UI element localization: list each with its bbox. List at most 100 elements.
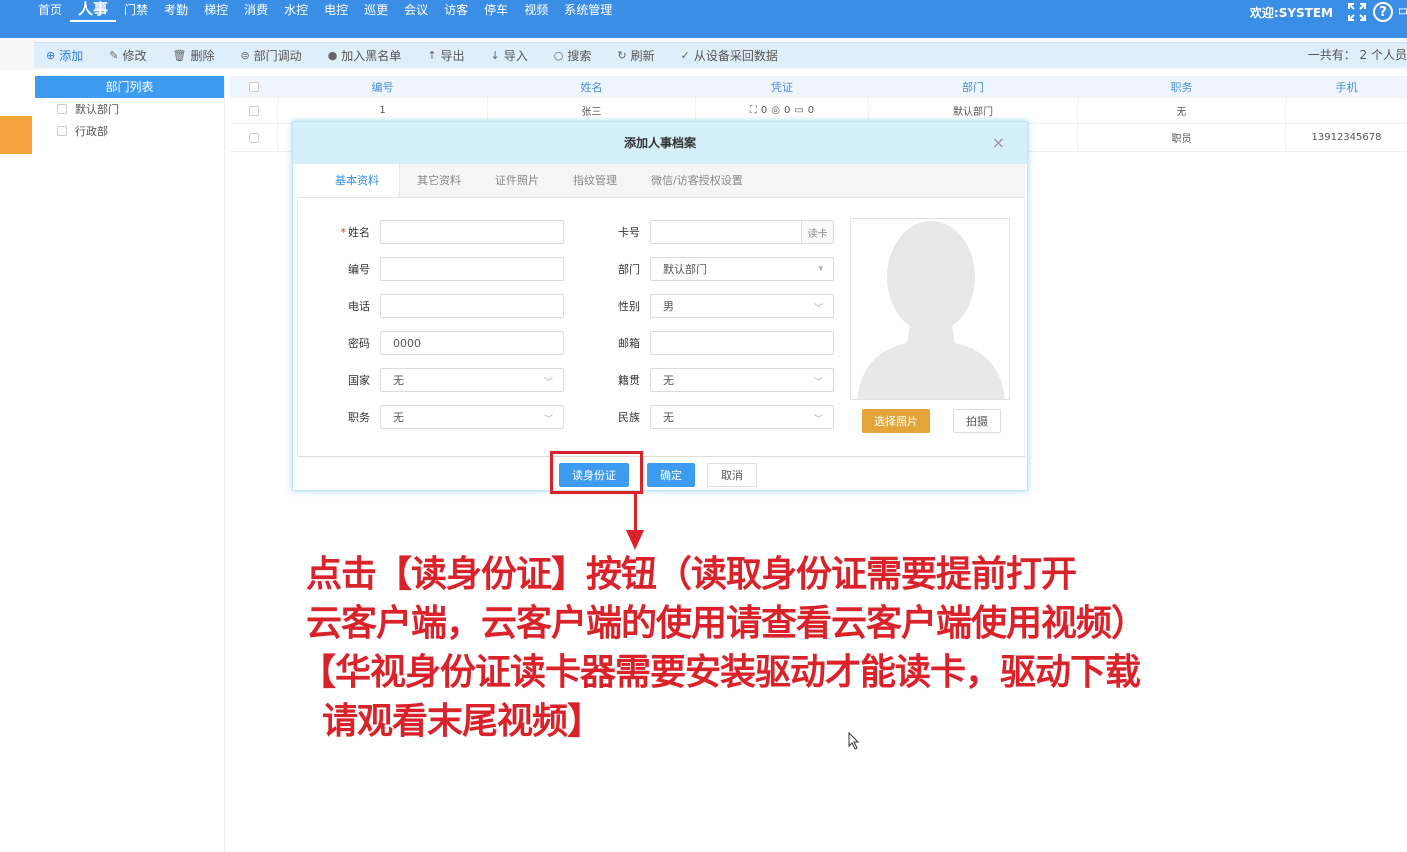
card-icon: ▭ — [794, 105, 804, 116]
annotation-line: 云客户端，云客户端的使用请查看云客户端使用视频） — [306, 603, 1147, 644]
cell-position: 无 — [1078, 98, 1286, 123]
password-row: 密码 0000 — [328, 331, 564, 355]
nav-visitor[interactable]: 访客 — [436, 0, 476, 22]
fetch-from-device-button[interactable]: ✓ 从设备采回数据 — [681, 47, 778, 64]
chevron-down-icon: ﹀ — [813, 304, 823, 314]
add-button[interactable]: ⊕ 添加 — [46, 47, 83, 64]
phone-input[interactable] — [380, 294, 564, 318]
tab-basic-info[interactable]: 基本资料 — [297, 164, 400, 197]
position-select[interactable]: 无 ﹀ — [380, 405, 564, 429]
help-icon[interactable]: ? — [1373, 2, 1393, 22]
nav-consumption[interactable]: 消费 — [236, 0, 276, 22]
name-input[interactable] — [380, 220, 564, 244]
annotation-line: 【华视身份证读卡器需要安装驱动才能读卡，驱动下载 — [300, 652, 1141, 693]
annotation-line: 点击【读身份证】按钮（读取身份证需要提前打开 — [306, 554, 1077, 595]
import-button[interactable]: ↓ 导入 — [491, 47, 528, 64]
nav-elevator[interactable]: 梯控 — [196, 0, 236, 22]
hometown-row: 籍贯 无 ﹀ — [598, 368, 834, 392]
country-row: 国家 无 ﹀ — [328, 368, 564, 392]
dept-item-admin[interactable]: 行政部 — [35, 120, 224, 142]
row-checkbox[interactable] — [248, 132, 259, 143]
number-input[interactable] — [380, 257, 564, 281]
col-name[interactable]: 姓名 — [488, 76, 696, 97]
trash-icon: 🗑 — [172, 49, 187, 62]
country-label: 国家 — [348, 374, 370, 387]
search-button[interactable]: ○ 搜索 — [554, 47, 592, 64]
col-number[interactable]: 编号 — [278, 76, 488, 97]
chevron-down-icon: ﹀ — [543, 415, 553, 425]
refresh-button[interactable]: ↻ 刷新 — [617, 47, 654, 64]
transfer-dept-button[interactable]: ⊜ 部门调动 — [240, 47, 301, 64]
card-row: 卡号 读卡 — [598, 220, 834, 244]
hometown-label: 籍贯 — [618, 374, 640, 387]
nav-system[interactable]: 系统管理 — [556, 0, 620, 22]
department-panel: 部门列表 默认部门 行政部 — [35, 76, 225, 852]
fullscreen-icon[interactable] — [1347, 2, 1367, 22]
row-checkbox[interactable] — [248, 105, 259, 116]
card-input[interactable]: 读卡 — [650, 220, 834, 244]
annotation-line: 请观看末尾视频】 — [322, 701, 603, 742]
email-input[interactable] — [650, 331, 834, 355]
cancel-button[interactable]: 取消 — [707, 463, 757, 487]
tab-wechat-visitor[interactable]: 微信/访客授权设置 — [634, 164, 760, 197]
check-icon: ✓ — [680, 49, 690, 62]
hometown-select[interactable]: 无 ﹀ — [650, 368, 834, 392]
col-credential[interactable]: 凭证 — [696, 76, 869, 97]
dialog-title: 添加人事档案 — [623, 136, 696, 150]
country-select[interactable]: 无 ﹀ — [380, 368, 564, 392]
password-input[interactable]: 0000 — [380, 331, 564, 355]
blacklist-icon: ● — [327, 49, 338, 62]
nav-access-control[interactable]: 门禁 — [116, 0, 156, 22]
cell-phone: 13912345678 — [1311, 132, 1382, 143]
close-icon[interactable]: × — [992, 122, 1005, 164]
chevron-down-icon: ﹀ — [543, 378, 553, 388]
dialog-tabs: 基本资料 其它资料 证件照片 指纹管理 微信/访客授权设置 — [297, 164, 1025, 198]
checkbox[interactable] — [57, 126, 67, 136]
dept-select[interactable]: 默认部门 ▾ — [650, 257, 834, 281]
nav-video[interactable]: 视频 — [516, 0, 556, 22]
gender-row: 性别 男 ﹀ — [598, 294, 834, 318]
avatar-silhouette-icon — [857, 221, 1005, 399]
nav-home[interactable]: 首页 — [30, 0, 70, 22]
nav-attendance[interactable]: 考勤 — [156, 0, 196, 22]
col-position[interactable]: 职务 — [1078, 76, 1286, 97]
annotation-text: 点击【读身份证】按钮（读取身份证需要提前打开 云客户端，云客户端的使用请查看云客… — [300, 550, 1206, 746]
select-all-checkbox[interactable] — [248, 81, 259, 92]
tab-id-photo[interactable]: 证件照片 — [478, 164, 556, 197]
export-button[interactable]: ↑ 导出 — [427, 47, 464, 64]
read-card-button[interactable]: 读卡 — [801, 221, 833, 243]
nav-power-control[interactable]: 电控 — [316, 0, 356, 22]
monitor-icon[interactable] — [1399, 2, 1407, 22]
dept-row: 部门 默认部门 ▾ — [598, 257, 834, 281]
col-phone[interactable]: 手机 — [1286, 76, 1407, 97]
confirm-button[interactable]: 确定 — [647, 463, 695, 487]
sidebar-marker — [0, 116, 32, 154]
toolbar-buttons: ⊕ 添加 ✎ 修改 🗑 删除 ⊜ 部门调动 ● 加入黑名单 ↑ 导出 ↓ 导入 ○ 搜索 ↻ 刷新… — [34, 42, 1407, 68]
edit-button[interactable]: ✎ 修改 — [109, 47, 146, 64]
gender-label: 性别 — [618, 300, 640, 313]
number-label: 编号 — [348, 263, 370, 276]
position-row: 职务 无 ﹀ — [328, 405, 564, 429]
cell-number: 1 — [278, 98, 488, 123]
dept-item-default[interactable]: 默认部门 — [35, 98, 224, 120]
col-department[interactable]: 部门 — [869, 76, 1078, 97]
nav-meeting[interactable]: 会议 — [396, 0, 436, 22]
main-menu: 首页 人事 门禁 考勤 梯控 消费 水控 电控 巡更 会议 访客 停车 视频 系… — [30, 0, 620, 22]
delete-button[interactable]: 🗑 删除 — [172, 47, 214, 64]
blacklist-button[interactable]: ● 加入黑名单 — [328, 47, 402, 64]
tab-other-info[interactable]: 其它资料 — [400, 164, 478, 197]
search-icon: ○ — [553, 49, 564, 62]
checkbox[interactable] — [57, 104, 67, 114]
select-photo-button[interactable]: 选择照片 — [862, 409, 930, 433]
nav-patrol[interactable]: 巡更 — [356, 0, 396, 22]
department-list-title: 部门列表 — [35, 76, 224, 98]
top-nav-bar: 首页 人事 门禁 考勤 梯控 消费 水控 电控 巡更 会议 访客 停车 视频 系… — [0, 0, 1407, 38]
nav-parking[interactable]: 停车 — [476, 0, 516, 22]
ethnicity-select[interactable]: 无 ﹀ — [650, 405, 834, 429]
take-photo-button[interactable]: 拍摄 — [953, 409, 1001, 433]
nav-water-control[interactable]: 水控 — [276, 0, 316, 22]
nav-personnel[interactable]: 人事 — [70, 0, 117, 22]
face-icon: ⛶ — [749, 105, 757, 116]
gender-select[interactable]: 男 ﹀ — [650, 294, 834, 318]
tab-fingerprint[interactable]: 指纹管理 — [556, 164, 634, 197]
